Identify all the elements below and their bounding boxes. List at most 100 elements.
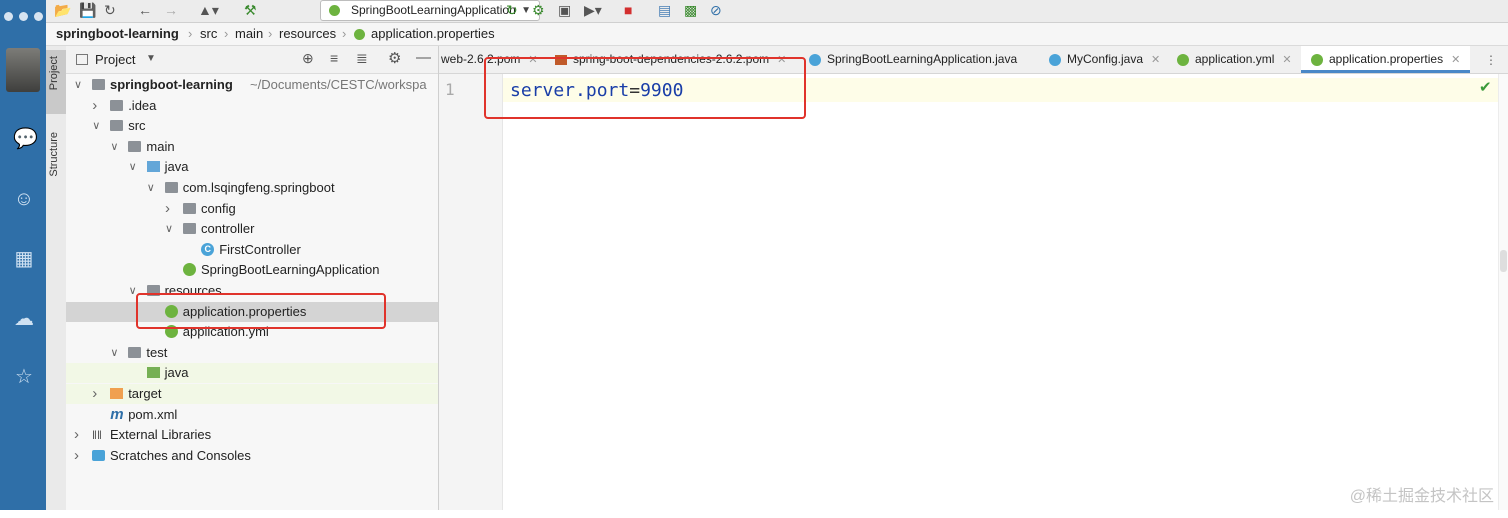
- chevron-down-icon[interactable]: ∨: [92, 116, 104, 136]
- tree-item-label: springboot-learning: [110, 77, 233, 92]
- profile-run-icon[interactable]: ▶▾: [584, 2, 602, 18]
- chevron-right-icon[interactable]: ›: [74, 446, 86, 466]
- tree-item[interactable]: ∨ test: [66, 343, 438, 363]
- tree-item[interactable]: › ‖‖ External Libraries: [66, 425, 438, 445]
- project-tool-tab[interactable]: Project: [46, 50, 66, 114]
- gear-icon[interactable]: ⚙: [388, 49, 401, 67]
- chevron-down-icon[interactable]: ∨: [129, 157, 141, 177]
- close-icon[interactable]: ✕: [1151, 54, 1160, 66]
- scrollbar-thumb[interactable]: [1500, 250, 1507, 272]
- spring-icon: [354, 29, 365, 40]
- star-icon[interactable]: ☆: [13, 366, 35, 388]
- tab-myconfig-java[interactable]: MyConfig.java ✕: [1049, 46, 1160, 73]
- window-minimize-dot[interactable]: [19, 12, 28, 21]
- tab-application-yml[interactable]: application.yml ✕: [1177, 46, 1292, 73]
- cloud-icon[interactable]: ☁: [13, 308, 35, 330]
- no-entry-icon[interactable]: ⊘: [710, 2, 722, 18]
- excluded-folder-icon: [110, 388, 124, 399]
- tree-item[interactable]: C FirstController: [66, 240, 438, 260]
- breadcrumb-separator: ›: [188, 26, 193, 41]
- tree-item[interactable]: ∨ main: [66, 137, 438, 157]
- tree-item[interactable]: › config: [66, 199, 438, 219]
- tree-item[interactable]: › target: [66, 384, 438, 404]
- rerun-icon[interactable]: ↻: [506, 2, 518, 18]
- chevron-down-icon[interactable]: ∨: [110, 343, 122, 363]
- chevron-down-icon[interactable]: ∨: [74, 75, 86, 95]
- tree-item-label: src: [128, 118, 146, 134]
- hide-panel-icon[interactable]: —: [416, 49, 431, 66]
- chevron-down-icon[interactable]: ▼: [146, 53, 156, 64]
- close-icon[interactable]: ✕: [1451, 54, 1460, 66]
- expand-all-icon[interactable]: ≡: [330, 50, 338, 66]
- tree-item[interactable]: m pom.xml: [66, 405, 438, 425]
- stop-icon[interactable]: ■: [624, 2, 632, 18]
- tree-item[interactable]: ∨ springboot-learning ~/Documents/CESTC/wo…: [66, 75, 438, 95]
- chat-icon[interactable]: 💬: [13, 128, 38, 150]
- open-folder-icon[interactable]: 📂: [54, 2, 71, 18]
- chevron-down-icon[interactable]: ∨: [147, 178, 159, 198]
- chevron-right-icon[interactable]: ›: [92, 96, 104, 116]
- project-tool-label: Project: [48, 56, 60, 91]
- tab-application-java[interactable]: SpringBootLearningApplication.java: [809, 46, 1017, 73]
- vcs-user-icon[interactable]: ▲▾: [198, 2, 219, 18]
- folder-icon: [110, 99, 124, 111]
- save-icon[interactable]: 💾: [79, 2, 96, 18]
- tree-item-label: java: [164, 365, 189, 381]
- tree-item-label: java: [164, 159, 189, 175]
- tree-item[interactable]: ∨ src: [66, 116, 438, 136]
- collapse-all-icon[interactable]: ≣: [356, 50, 368, 67]
- tree-item[interactable]: ∨ java: [66, 157, 438, 177]
- chevron-down-icon[interactable]: ∨: [165, 219, 177, 239]
- breadcrumb-main[interactable]: main: [235, 23, 263, 45]
- tree-item-label: pom.xml: [128, 406, 178, 422]
- folder-icon: [183, 202, 196, 214]
- project-view-selector[interactable]: Project: [95, 52, 135, 67]
- debug-bug-icon[interactable]: ⚙: [532, 2, 545, 18]
- chevron-right-icon[interactable]: ›: [165, 199, 177, 219]
- locate-target-icon[interactable]: ⊕: [302, 50, 314, 67]
- project-panel: Project ▼ ⊕ ≡ ≣ ⚙ — ∨ springboot-learning…: [66, 46, 439, 510]
- breadcrumb: springboot-learning › src › main › resou…: [46, 23, 1508, 46]
- coverage-icon[interactable]: ▣: [558, 2, 571, 18]
- chevron-down-icon[interactable]: ∨: [110, 137, 122, 157]
- breadcrumb-resources[interactable]: resources: [279, 23, 336, 45]
- breadcrumb-project[interactable]: springboot-learning: [56, 23, 179, 45]
- tab-list-menu-icon[interactable]: ⋮: [1485, 53, 1497, 67]
- no-problems-check-icon[interactable]: ✔: [1479, 78, 1492, 96]
- tree-item[interactable]: › .idea: [66, 96, 438, 116]
- window-zoom-dot[interactable]: [34, 12, 43, 21]
- folder-icon: [164, 182, 178, 193]
- avatar[interactable]: [6, 48, 40, 92]
- tree-item[interactable]: ∨ controller: [66, 219, 438, 239]
- contacts-icon[interactable]: ☺: [13, 188, 35, 210]
- tree-item[interactable]: › Scratches and Consoles: [66, 446, 438, 466]
- structure-view-icon[interactable]: ▤: [658, 2, 671, 18]
- back-arrow-icon[interactable]: ←: [138, 2, 152, 18]
- build-hammer-icon[interactable]: ⚒: [244, 2, 257, 18]
- breadcrumb-separator: ›: [342, 26, 347, 41]
- tree-item-label: main: [146, 138, 175, 154]
- forward-arrow-icon[interactable]: →: [164, 2, 178, 18]
- breadcrumb-file[interactable]: application.properties: [371, 23, 495, 45]
- structure-tool-tab[interactable]: Structure: [46, 128, 66, 202]
- close-icon[interactable]: ✕: [1282, 54, 1291, 66]
- tree-item[interactable]: java: [66, 363, 438, 384]
- run-config-label: SpringBootLearningApplication: [351, 3, 516, 17]
- chevron-right-icon[interactable]: ›: [92, 384, 104, 404]
- breadcrumb-separator: ›: [268, 26, 273, 41]
- tab-application-properties[interactable]: application.properties ✕: [1301, 46, 1471, 73]
- tree-item[interactable]: ∨ com.lsqingfeng.springboot: [66, 178, 438, 198]
- highlight-box: [484, 57, 806, 119]
- tab-label: SpringBootLearningApplication.java: [827, 52, 1018, 66]
- tree-item-label: controller: [201, 221, 255, 237]
- window-close-dot[interactable]: [4, 12, 13, 21]
- chevron-right-icon[interactable]: ›: [74, 425, 86, 445]
- activity-monitor-icon[interactable]: ▩: [684, 2, 697, 18]
- sync-icon[interactable]: ↻: [104, 2, 116, 18]
- apps-grid-icon[interactable]: ▦: [13, 248, 35, 270]
- tab-label: MyConfig.java: [1067, 52, 1144, 66]
- vertical-scrollbar[interactable]: [1498, 74, 1508, 510]
- tree-item[interactable]: SpringBootLearningApplication: [66, 260, 438, 280]
- breadcrumb-src[interactable]: src: [200, 23, 217, 45]
- code-editor[interactable]: [503, 74, 1498, 510]
